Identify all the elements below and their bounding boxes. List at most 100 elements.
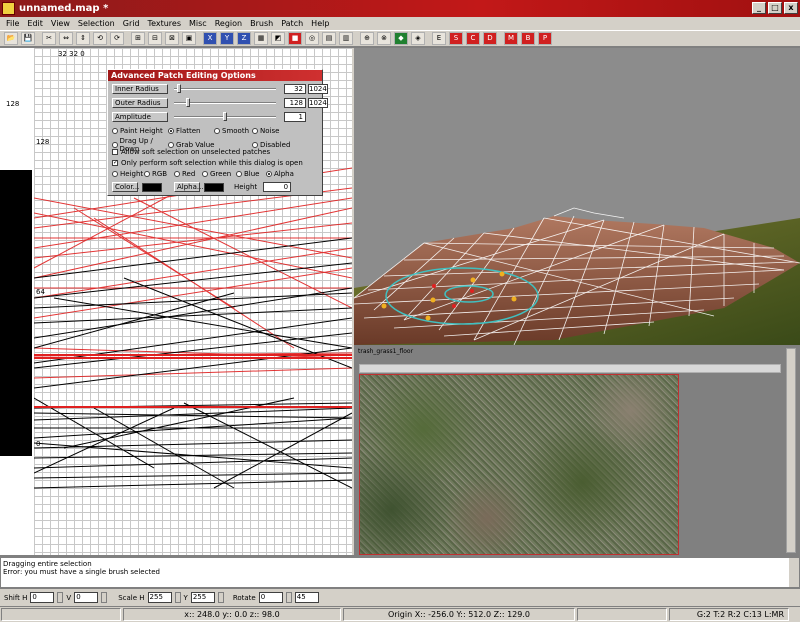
outer-radius-max[interactable]: 1024 [308, 98, 328, 108]
entity-icon[interactable]: ◆ [394, 32, 408, 45]
radio-alpha[interactable] [266, 171, 272, 177]
rotate-left-icon[interactable]: ⟲ [93, 32, 107, 45]
grid-label-128: 128 [36, 138, 50, 146]
shift-h-field[interactable]: 0 [30, 592, 55, 603]
scale-h-field[interactable]: 255 [147, 592, 172, 603]
checkbox-only-soft[interactable]: ✓ [112, 160, 118, 166]
amplitude-thumb[interactable] [223, 112, 227, 121]
texture-browser[interactable]: trash_grass1_floor [354, 346, 800, 555]
rotate-spinner[interactable] [285, 592, 292, 603]
outer-radius-thumb[interactable] [186, 98, 190, 107]
view-y-icon[interactable]: Y [220, 32, 234, 45]
console-scrollbar[interactable] [789, 558, 799, 587]
height-field[interactable]: 0 [263, 182, 292, 192]
menu-grid[interactable]: Grid [119, 19, 144, 28]
menu-brush[interactable]: Brush [246, 19, 277, 28]
radio-green[interactable] [202, 171, 208, 177]
radio-paint-height[interactable] [112, 128, 118, 134]
outer-radius-value[interactable]: 128 [284, 98, 306, 108]
tool-c-icon[interactable]: C [466, 32, 480, 45]
tool-e-icon[interactable]: E [432, 32, 446, 45]
console-log[interactable]: Dragging entire selection Error: you mus… [0, 557, 800, 588]
camera-view-3d[interactable] [354, 48, 800, 345]
minimize-button[interactable]: _ [752, 2, 766, 14]
menu-edit[interactable]: Edit [23, 19, 47, 28]
radio-blue[interactable] [236, 171, 242, 177]
csg-subtract-icon[interactable]: ⊟ [148, 32, 162, 45]
open-icon[interactable]: 📂 [4, 32, 18, 45]
tool-b-icon[interactable]: B [521, 32, 535, 45]
color-swatch[interactable] [142, 182, 162, 192]
texture-scrollbar[interactable] [786, 348, 796, 553]
inner-radius-value[interactable]: 32 [284, 84, 306, 94]
texture-lock-icon[interactable]: ▦ [254, 32, 268, 45]
amplitude-slider[interactable] [174, 112, 276, 121]
outer-radius-button[interactable]: Outer Radius [112, 98, 168, 108]
amplitude-button[interactable]: Amplitude [112, 112, 168, 122]
outer-radius-slider[interactable] [174, 98, 276, 107]
hollow-icon[interactable]: ▣ [182, 32, 196, 45]
alpha-swatch[interactable] [204, 182, 224, 192]
surface-inspector-bar: Shift H 0 V 0 Scale H 255 Y 255 Rotate 0… [0, 589, 800, 606]
texture-filter-bar[interactable] [359, 364, 781, 373]
color-button[interactable]: Color... [112, 182, 139, 192]
menu-help[interactable]: Help [307, 19, 333, 28]
bevel-icon[interactable]: ▥ [339, 32, 353, 45]
y-label: Y [183, 593, 188, 602]
alpha-button[interactable]: Alpha... [174, 182, 204, 192]
select-icon[interactable]: ■ [288, 32, 302, 45]
shift-h-spinner[interactable] [57, 592, 64, 603]
cut-icon[interactable]: ✂ [42, 32, 56, 45]
menu-file[interactable]: File [2, 19, 23, 28]
scale-h-spinner[interactable] [174, 592, 181, 603]
menu-region[interactable]: Region [211, 19, 246, 28]
flip-y-icon[interactable]: ⇕ [76, 32, 90, 45]
patch-icon[interactable]: ▤ [322, 32, 336, 45]
view-x-icon[interactable]: X [203, 32, 217, 45]
inner-radius-max[interactable]: 1024 [308, 84, 328, 94]
console-line: Dragging entire selection [3, 560, 92, 568]
scale-icon[interactable]: ⊕ [360, 32, 374, 45]
checkbox-allow-soft[interactable] [112, 149, 118, 155]
scale-v-spinner[interactable] [217, 592, 224, 603]
inner-radius-slider[interactable] [174, 84, 276, 93]
camera-icon[interactable]: ◎ [305, 32, 319, 45]
csg-merge-icon[interactable]: ⊠ [165, 32, 179, 45]
view-z-icon[interactable]: Z [237, 32, 251, 45]
menu-view[interactable]: View [47, 19, 74, 28]
tool-m-icon[interactable]: M [504, 32, 518, 45]
radio-height[interactable] [112, 171, 118, 177]
tool-s-icon[interactable]: S [449, 32, 463, 45]
menu-misc[interactable]: Misc [185, 19, 211, 28]
shift-v-spinner[interactable] [101, 592, 108, 603]
menu-textures[interactable]: Textures [144, 19, 185, 28]
close-button[interactable]: x [784, 2, 798, 14]
inner-radius-button[interactable]: Inner Radius [112, 84, 168, 94]
tool-p-icon[interactable]: P [538, 32, 552, 45]
radio-rgb[interactable] [144, 171, 150, 177]
menu-selection[interactable]: Selection [74, 19, 119, 28]
radio-rgb-label: RGB [152, 170, 168, 178]
texture-thumbnail[interactable] [359, 374, 679, 555]
clipper-icon[interactable]: ◩ [271, 32, 285, 45]
csg-add-icon[interactable]: ⊞ [131, 32, 145, 45]
light-icon[interactable]: ◈ [411, 32, 425, 45]
menu-patch[interactable]: Patch [277, 19, 307, 28]
tool-d-icon[interactable]: D [483, 32, 497, 45]
radio-noise[interactable] [252, 128, 258, 134]
rotate-step-field[interactable]: 45 [294, 592, 319, 603]
inner-radius-thumb[interactable] [177, 84, 181, 93]
shift-v-field[interactable]: 0 [74, 592, 99, 603]
rotate-right-icon[interactable]: ⟳ [110, 32, 124, 45]
flip-x-icon[interactable]: ⇔ [59, 32, 73, 45]
main-toolbar: 📂 💾 ✂ ⇔ ⇕ ⟲ ⟳ ⊞ ⊟ ⊠ ▣ X Y Z ▦ ◩ ■ ◎ ▤ ▥ … [0, 30, 800, 47]
amplitude-value[interactable]: 1 [284, 112, 306, 122]
scale-v-field[interactable]: 255 [190, 592, 215, 603]
weld-icon[interactable]: ⊗ [377, 32, 391, 45]
maximize-button[interactable]: □ [768, 2, 782, 14]
save-icon[interactable]: 💾 [21, 32, 35, 45]
rotate-field[interactable]: 0 [258, 592, 283, 603]
radio-red[interactable] [174, 171, 180, 177]
radio-smooth[interactable] [214, 128, 220, 134]
radio-flatten[interactable] [168, 128, 174, 134]
